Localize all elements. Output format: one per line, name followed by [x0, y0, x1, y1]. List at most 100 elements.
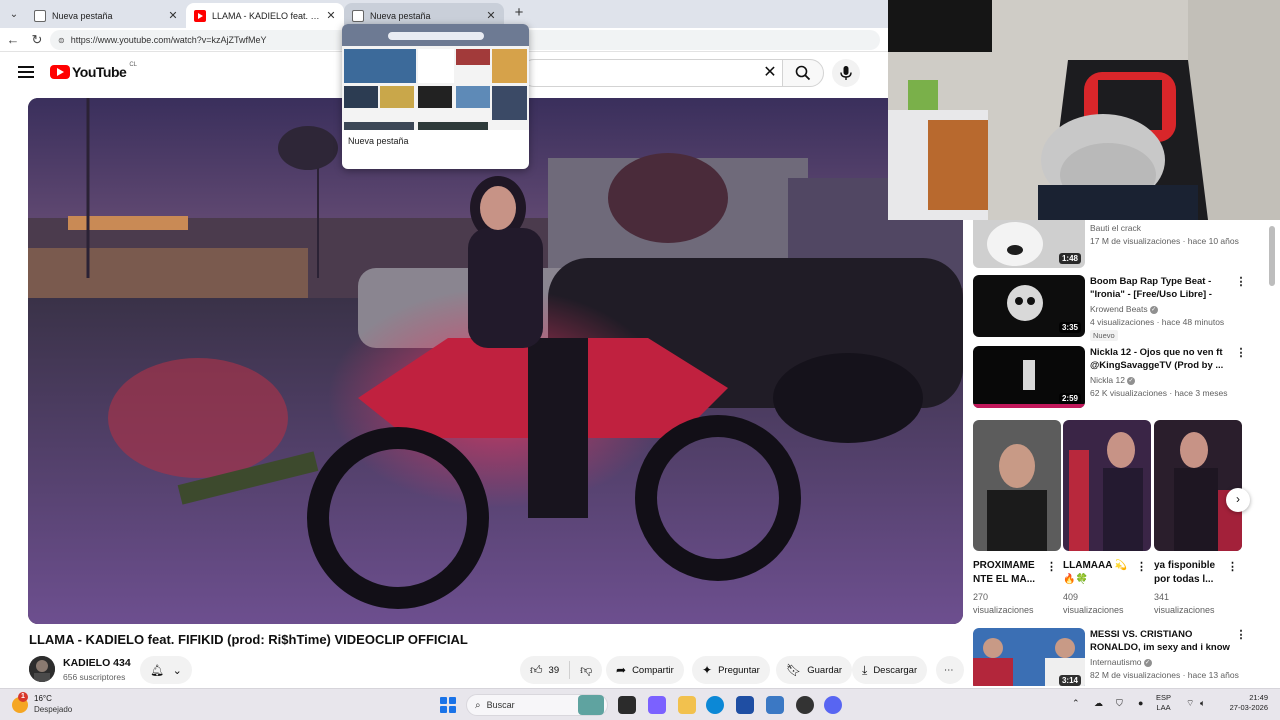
weather-temperature: 16°C: [34, 694, 52, 703]
volume-icon[interactable]: 🔈︎: [1200, 698, 1205, 709]
tab-youtube-video[interactable]: LLAMA - KADIELO feat. FIFIKID (pr ✕: [186, 3, 344, 28]
microphone-icon[interactable]: ●: [1138, 698, 1143, 708]
more-options-icon[interactable]: ⋮: [1235, 628, 1247, 641]
more-options-icon[interactable]: ⋮: [1046, 560, 1057, 573]
site-info-icon[interactable]: ⊜: [58, 36, 65, 45]
sparkle-icon: ✦: [702, 663, 713, 677]
clock-time: 21:49: [1249, 693, 1268, 702]
short-thumbnail[interactable]: [1063, 420, 1151, 551]
video-player[interactable]: [28, 98, 963, 624]
tab-new-tab-1[interactable]: Nueva pestaña ✕: [26, 3, 186, 28]
more-options-icon[interactable]: ⋮: [1235, 275, 1247, 288]
channel-avatar[interactable]: [29, 656, 55, 682]
short-item[interactable]: PROXIMAME NTE EL MA... 270 visualizacione…: [973, 420, 1061, 617]
task-view-icon[interactable]: [618, 696, 636, 714]
save-button[interactable]: 🔖︎ Guardar: [776, 656, 853, 684]
back-arrow-icon[interactable]: ←: [4, 31, 22, 49]
short-views-label: visualizaciones: [973, 605, 1034, 615]
discord-icon[interactable]: [824, 696, 842, 714]
channel-name[interactable]: Internautismo: [1090, 657, 1142, 667]
short-title[interactable]: ya fisponible por todas l...: [1154, 559, 1226, 587]
save-label: Guardar: [807, 664, 843, 676]
menu-icon[interactable]: [18, 66, 34, 80]
windows-start-icon[interactable]: [440, 697, 456, 713]
tab-close-icon[interactable]: ✕: [166, 9, 180, 22]
channel-name[interactable]: Nickla 12: [1090, 375, 1125, 385]
recommendations-sidebar: 1:48 Bauti el crack 17 M de visualizacio…: [968, 220, 1280, 686]
video-thumbnail[interactable]: 3:14: [973, 628, 1085, 686]
file-explorer-icon[interactable]: [678, 696, 696, 714]
page-icon: [352, 9, 364, 22]
share-button[interactable]: ➦ Compartir: [606, 656, 684, 684]
edge-browser-icon[interactable]: [706, 696, 724, 714]
tab-list-chevron-icon[interactable]: ⌄: [4, 4, 24, 24]
wifi-icon[interactable]: ⌔: [1186, 698, 1194, 709]
input-language[interactable]: ESP LAA: [1156, 693, 1171, 713]
youtube-logo[interactable]: YouTube CL: [50, 62, 137, 80]
more-options-icon[interactable]: ⋮: [1227, 560, 1238, 573]
tab-close-icon[interactable]: ✕: [324, 9, 338, 22]
short-thumbnail[interactable]: [973, 420, 1061, 551]
new-tab-button[interactable]: +: [510, 5, 528, 23]
short-item[interactable]: ya fisponible por todas l... 341 visualiz…: [1154, 420, 1242, 617]
dislike-button[interactable]: 👎︎: [570, 663, 602, 678]
short-views-label: visualizaciones: [1154, 605, 1215, 615]
like-count: 39: [548, 664, 560, 676]
short-title[interactable]: LLAMAAA 💫🔥🍀: [1063, 559, 1135, 587]
mail-icon[interactable]: [766, 696, 784, 714]
logo-wordmark: YouTube: [72, 64, 127, 80]
channel-name[interactable]: Krowend Beats: [1090, 304, 1148, 314]
recommendation-item[interactable]: 2:59 Nickla 12 - Ojos que no ven ft @Kin…: [973, 346, 1273, 410]
more-options-icon[interactable]: ⋮: [1136, 560, 1147, 573]
video-thumbnail[interactable]: 3:35: [973, 275, 1085, 337]
more-horizontal-icon: ⋯: [944, 664, 954, 676]
search-input[interactable]: [520, 59, 782, 87]
video-thumbnail[interactable]: 1:48: [973, 220, 1085, 268]
channel-name[interactable]: Bauti el crack: [1090, 223, 1141, 233]
show-hidden-icons-chevron-icon[interactable]: ⌃: [1072, 698, 1080, 709]
voice-search-button[interactable]: [832, 59, 860, 87]
microsoft-store-icon[interactable]: [736, 696, 754, 714]
reload-icon[interactable]: ↻: [28, 31, 46, 49]
short-views-count: 270: [973, 592, 989, 602]
channel-name[interactable]: KADIELO 434: [63, 657, 131, 669]
ask-button[interactable]: ✦ Preguntar: [692, 656, 770, 684]
channel-row[interactable]: Internautismo ✓: [1090, 657, 1152, 667]
shorts-next-chevron-icon[interactable]: ›: [1226, 488, 1250, 512]
search-highlight-icon[interactable]: [578, 695, 604, 715]
weather-condition: Despejado: [34, 705, 73, 714]
short-item[interactable]: LLAMAAA 💫🔥🍀 409 visualizaciones ⋮: [1063, 420, 1151, 617]
chevron-down-icon: ⌄: [172, 664, 182, 677]
clear-search-icon[interactable]: ✕: [760, 62, 780, 84]
video-meta: 82 M de visualizaciones · hace 13 años: [1090, 670, 1239, 680]
recommendation-item[interactable]: 1:48 Bauti el crack 17 M de visualizacio…: [973, 220, 1273, 270]
shield-icon[interactable]: ⛉: [1116, 698, 1123, 709]
channel-row[interactable]: Krowend Beats ✓: [1090, 304, 1158, 314]
like-button[interactable]: 👍︎ 39: [520, 661, 571, 679]
video-title[interactable]: MESSI VS. CRISTIANO RONALDO, im sexy and…: [1090, 628, 1230, 655]
recommendation-item[interactable]: 3:35 Boom Bap Rap Type Beat - "Ironia" -…: [973, 275, 1273, 341]
subscription-bell-button[interactable]: 🔔︎ ⌄: [140, 656, 192, 684]
download-button[interactable]: ⤓ Descargar: [852, 656, 928, 684]
scrollbar-thumb[interactable]: [1269, 226, 1275, 286]
short-image: [1154, 420, 1242, 551]
short-title[interactable]: PROXIMAME NTE EL MA...: [973, 559, 1045, 587]
channel-row[interactable]: Nickla 12 ✓: [1090, 375, 1135, 385]
search-button[interactable]: [782, 59, 824, 87]
cloud-icon[interactable]: ☁: [1094, 698, 1103, 709]
recommendation-item[interactable]: 3:14 MESSI VS. CRISTIANO RONALDO, im sex…: [973, 628, 1273, 686]
video-title[interactable]: Nickla 12 - Ojos que no ven ft @KingSava…: [1090, 346, 1230, 372]
tab-close-icon[interactable]: ✕: [484, 9, 498, 22]
page-scrollbar[interactable]: [1268, 220, 1276, 686]
more-options-icon[interactable]: ⋮: [1235, 346, 1247, 359]
video-frame: [28, 98, 963, 624]
screen: ⌄ Nueva pestaña ✕ LLAMA - KADIELO feat. …: [0, 0, 1280, 720]
system-clock[interactable]: 21:49 27-03-2026: [1216, 693, 1268, 713]
tab-title: Nueva pestaña: [52, 10, 113, 21]
app-icon[interactable]: [796, 696, 814, 714]
video-thumbnail[interactable]: 2:59: [973, 346, 1085, 408]
more-actions-button[interactable]: ⋯: [936, 656, 964, 684]
video-title[interactable]: Boom Bap Rap Type Beat - "Ironia" - [Fre…: [1090, 275, 1230, 302]
short-thumbnail[interactable]: [1154, 420, 1242, 551]
copilot-icon[interactable]: [648, 696, 666, 714]
